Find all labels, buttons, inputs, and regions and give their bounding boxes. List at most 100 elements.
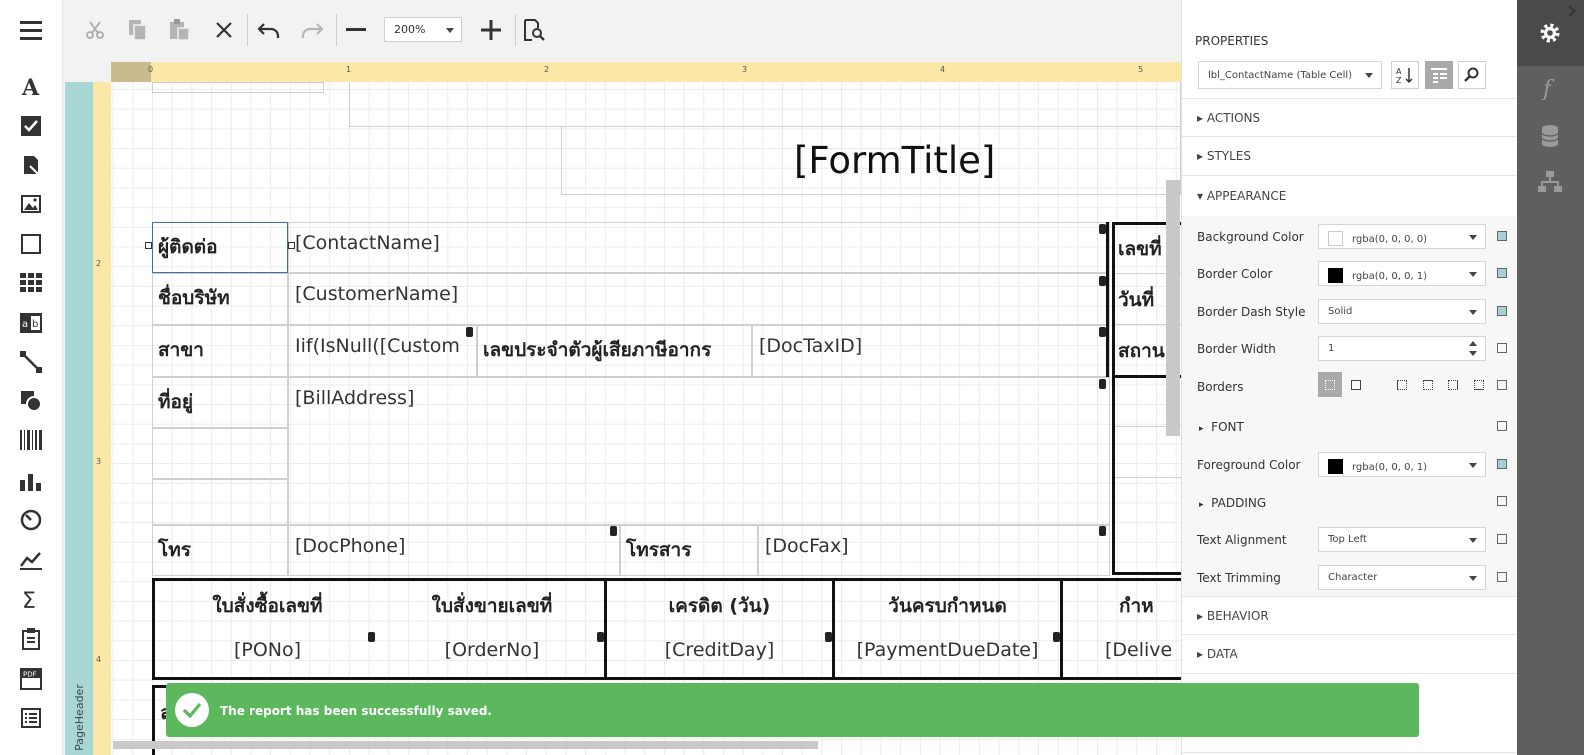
paste-icon[interactable] bbox=[165, 15, 195, 45]
company-label[interactable]: ชื่อบริษัท bbox=[152, 273, 288, 325]
property-marker[interactable] bbox=[1497, 421, 1507, 431]
po-no-header[interactable]: ใบสั่งซื้อเลขที่ bbox=[155, 582, 380, 626]
contact-name-field[interactable]: [ContactName] bbox=[288, 222, 1110, 273]
expressions-icon[interactable]: f bbox=[1539, 76, 1561, 102]
sparkline-icon[interactable] bbox=[19, 548, 43, 572]
fax-label[interactable]: โทรสาร bbox=[620, 525, 758, 576]
label-icon[interactable]: A bbox=[19, 75, 43, 99]
rich-text-icon[interactable] bbox=[19, 153, 43, 177]
cut-icon[interactable] bbox=[80, 15, 110, 45]
property-marker[interactable] bbox=[1497, 231, 1507, 241]
customer-name-field[interactable]: [CustomerName] bbox=[288, 273, 1110, 325]
border-right-icon[interactable] bbox=[1448, 380, 1458, 390]
border-all-icon[interactable] bbox=[1318, 372, 1342, 397]
vertical-scrollbar[interactable] bbox=[1166, 180, 1180, 436]
table-of-contents-icon[interactable] bbox=[19, 706, 43, 730]
contact-label[interactable]: ผู้ติดต่อ bbox=[152, 222, 288, 273]
spin-up-icon[interactable] bbox=[1469, 341, 1477, 346]
property-marker[interactable] bbox=[1497, 380, 1507, 390]
shape-icon[interactable] bbox=[19, 389, 43, 413]
tax-id-label[interactable]: เลขประจำตัวผู้เสียภาษีอากร bbox=[477, 325, 752, 377]
line-icon[interactable] bbox=[19, 350, 43, 374]
order-no-field[interactable]: [OrderNo] bbox=[380, 630, 604, 676]
horizontal-scrollbar[interactable] bbox=[113, 741, 818, 749]
border-bottom-icon[interactable] bbox=[1474, 380, 1484, 390]
redo-icon[interactable] bbox=[297, 15, 327, 45]
section-actions[interactable]: ▸ ACTIONS bbox=[1182, 98, 1518, 137]
text-trimming-editor[interactable]: Character bbox=[1318, 565, 1486, 590]
save-success-toast[interactable]: The report has been successfully saved. bbox=[166, 683, 1419, 737]
order-no-header[interactable]: ใบสั่งขายเลขที่ bbox=[380, 582, 604, 626]
character-comb-icon[interactable]: ab bbox=[19, 311, 43, 335]
property-marker[interactable] bbox=[1497, 572, 1507, 582]
subreport-icon[interactable] bbox=[19, 627, 43, 651]
undo-icon[interactable] bbox=[254, 15, 284, 45]
credit-day-field[interactable]: [CreditDay] bbox=[607, 630, 832, 676]
preview-icon[interactable] bbox=[519, 15, 549, 45]
payment-due-field[interactable]: [PaymentDueDate] bbox=[835, 630, 1060, 676]
zoom-select[interactable]: 200% bbox=[384, 17, 462, 42]
property-marker[interactable] bbox=[1497, 459, 1507, 469]
zoom-out-icon[interactable] bbox=[341, 15, 371, 45]
foreground-color-editor[interactable]: rgba(0, 0, 0, 1) bbox=[1318, 452, 1486, 477]
band-header-pageheader[interactable]: PageHeader bbox=[65, 82, 93, 755]
menu-icon[interactable] bbox=[19, 18, 43, 42]
property-marker[interactable] bbox=[1497, 268, 1507, 278]
checkbox-icon[interactable] bbox=[19, 114, 43, 138]
pdf-content-icon[interactable]: PDF bbox=[19, 667, 43, 691]
section-behavior[interactable]: ▸ BEHAVIOR bbox=[1182, 596, 1518, 635]
chart-icon[interactable] bbox=[19, 469, 43, 493]
border-color-editor[interactable]: rgba(0, 0, 0, 1) bbox=[1318, 261, 1486, 286]
padding-group-toggle[interactable]: ▸ PADDING bbox=[1199, 496, 1266, 510]
background-color-editor[interactable]: rgba(0, 0, 0, 0) bbox=[1318, 224, 1486, 249]
text-alignment-editor[interactable]: Top Left bbox=[1318, 527, 1486, 552]
branch-field[interactable]: Iif(IsNull([Custom bbox=[288, 325, 477, 377]
field-list-icon[interactable] bbox=[1540, 124, 1560, 148]
report-cell[interactable] bbox=[152, 428, 288, 479]
delivery-field[interactable]: [Delive bbox=[1063, 630, 1181, 676]
barcode-icon[interactable] bbox=[19, 428, 43, 452]
property-marker[interactable] bbox=[1497, 306, 1507, 316]
border-width-editor[interactable]: 1 bbox=[1318, 336, 1486, 361]
border-top-icon[interactable] bbox=[1423, 380, 1433, 390]
property-marker[interactable] bbox=[1497, 496, 1507, 506]
section-styles[interactable]: ▸ STYLES bbox=[1182, 137, 1518, 176]
picture-icon[interactable] bbox=[19, 192, 43, 216]
po-no-field[interactable]: [PONo] bbox=[155, 630, 380, 676]
font-group-toggle[interactable]: ▸ FONT bbox=[1199, 420, 1244, 434]
doc-phone-field[interactable]: [DocPhone] bbox=[288, 525, 620, 576]
component-selector[interactable]: lbl_ContactName (Table Cell) bbox=[1198, 61, 1382, 89]
copy-icon[interactable] bbox=[123, 15, 153, 45]
border-left-icon[interactable] bbox=[1397, 380, 1407, 390]
border-outside-icon[interactable] bbox=[1351, 380, 1361, 390]
gauge-icon[interactable] bbox=[19, 508, 43, 532]
panel-icon[interactable] bbox=[19, 232, 43, 256]
doc-fax-field[interactable]: [DocFax] bbox=[758, 525, 1110, 576]
tax-id-field[interactable]: [DocTaxID] bbox=[752, 325, 1110, 377]
sort-az-icon[interactable]: AZ bbox=[1391, 61, 1419, 89]
report-cell[interactable] bbox=[349, 82, 1181, 127]
credit-day-header[interactable]: เครดิต (วัน) bbox=[607, 582, 832, 626]
categorized-icon[interactable] bbox=[1425, 61, 1453, 89]
border-dash-style-editor[interactable]: Solid bbox=[1318, 299, 1486, 324]
report-cell[interactable] bbox=[152, 82, 324, 93]
collapse-panel-icon[interactable] bbox=[1566, 2, 1578, 17]
phone-label[interactable]: โทร bbox=[152, 525, 288, 576]
section-appearance[interactable]: ▾ APPEARANCE bbox=[1182, 177, 1518, 216]
report-explorer-icon[interactable] bbox=[1538, 170, 1562, 194]
report-cell[interactable] bbox=[152, 479, 288, 525]
delivery-header[interactable]: กำห bbox=[1063, 582, 1181, 626]
property-marker[interactable] bbox=[1497, 534, 1507, 544]
address-label[interactable]: ที่อยู่ bbox=[152, 377, 288, 428]
delete-icon[interactable] bbox=[209, 15, 239, 45]
summary-icon[interactable]: Σ bbox=[19, 588, 43, 612]
property-marker[interactable] bbox=[1497, 343, 1507, 353]
form-title[interactable]: [FormTitle] bbox=[561, 126, 1181, 195]
spin-down-icon[interactable] bbox=[1469, 351, 1477, 356]
branch-label[interactable]: สาขา bbox=[152, 325, 288, 377]
section-data[interactable]: ▸ DATA bbox=[1182, 635, 1518, 674]
bill-address-field[interactable]: [BillAddress] bbox=[288, 377, 1110, 525]
table-icon[interactable] bbox=[19, 271, 43, 295]
zoom-in-icon[interactable] bbox=[476, 15, 506, 45]
payment-due-header[interactable]: วันครบกำหนด bbox=[835, 582, 1060, 626]
